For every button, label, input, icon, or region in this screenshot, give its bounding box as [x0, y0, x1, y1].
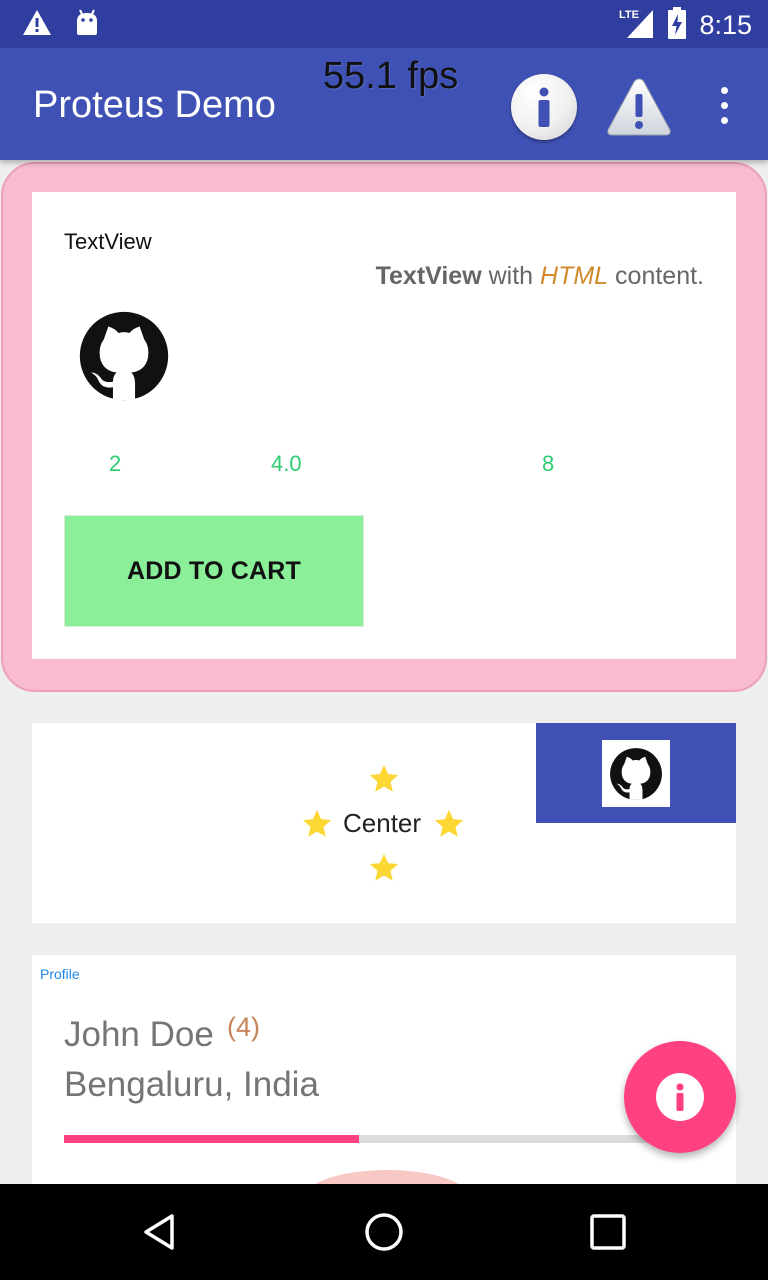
more-vert-icon	[720, 87, 728, 94]
warning-icon	[607, 78, 671, 136]
profile-name: John Doe	[64, 1015, 214, 1054]
profile-progress-bar	[64, 1135, 654, 1143]
recents-icon[interactable]	[588, 1212, 628, 1252]
html-bold-text: TextView	[375, 262, 482, 290]
star-icon	[369, 764, 399, 792]
back-icon[interactable]	[140, 1212, 180, 1252]
github-icon	[79, 311, 169, 401]
navigation-bar	[0, 1184, 768, 1280]
warning-button[interactable]	[606, 76, 672, 138]
info-button[interactable]	[511, 74, 577, 140]
svg-text:LTE: LTE	[619, 9, 639, 21]
more-vert-dot	[720, 117, 728, 124]
add-to-cart-button[interactable]: ADD TO CART	[64, 515, 364, 627]
html-italic-text: HTML	[540, 262, 609, 290]
warning-icon	[22, 9, 52, 42]
star-icon	[434, 809, 464, 837]
android-debug-icon	[74, 9, 100, 42]
number-value: 2	[109, 451, 122, 476]
profile-count-badge: (4)	[227, 1012, 260, 1042]
number-value: 4.0	[271, 451, 302, 476]
app-bar: Proteus Demo 55.1 fps	[0, 48, 768, 160]
more-options-button[interactable]	[706, 86, 742, 126]
small-logo-box	[602, 740, 670, 807]
status-clock: 8:15	[699, 10, 752, 40]
textview-plain: TextView	[64, 229, 152, 254]
info-fab[interactable]	[624, 1041, 736, 1153]
info-icon	[538, 87, 550, 127]
more-vert-dot	[720, 102, 728, 109]
github-icon	[610, 747, 662, 800]
profile-location: Bengaluru, India	[64, 1065, 319, 1104]
home-icon[interactable]	[364, 1212, 404, 1252]
profile-section-label: Profile	[40, 966, 80, 982]
fps-counter: 55.1 fps	[323, 55, 459, 97]
html-middle-text: with	[481, 262, 541, 290]
app-title: Proteus Demo	[33, 84, 276, 126]
textview-html: TextView with HTML content.	[376, 262, 704, 291]
center-label: Center	[343, 808, 422, 838]
star-icon	[369, 853, 399, 881]
info-icon	[656, 1073, 704, 1121]
html-end-text: content.	[608, 262, 704, 290]
star-icon	[302, 809, 332, 837]
number-value: 8	[542, 451, 555, 476]
battery-charging-icon	[667, 6, 687, 45]
progress-fill	[64, 1135, 359, 1143]
signal-icon: LTE	[619, 6, 655, 45]
status-bar: LTE 8:15	[0, 0, 768, 48]
